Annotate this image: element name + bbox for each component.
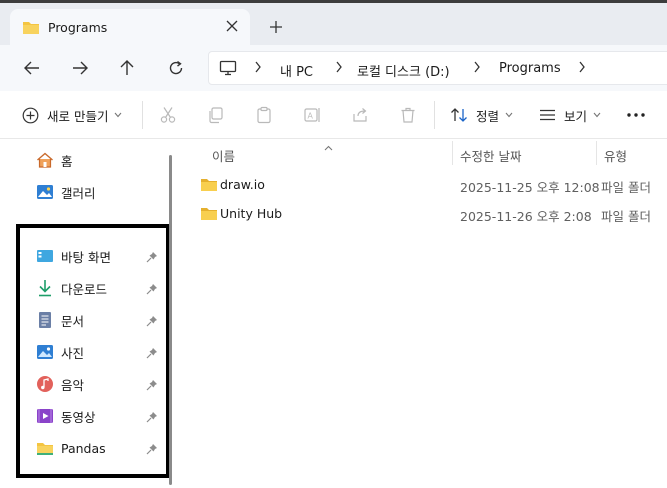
chevron-right-icon[interactable] — [473, 61, 481, 76]
file-type: 파일 폴더 — [601, 209, 651, 224]
svg-text:A: A — [308, 112, 314, 121]
column-header-type[interactable]: 유형 — [604, 143, 627, 167]
gallery-icon — [36, 183, 54, 201]
new-button[interactable]: 새로 만들기 — [22, 91, 122, 139]
toolbar-divider — [142, 101, 143, 129]
sort-button-label: 정렬 — [476, 108, 500, 124]
column-divider[interactable] — [596, 141, 597, 165]
file-date: 2025-11-26 오후 2:08 — [460, 209, 592, 224]
pin-icon[interactable] — [146, 251, 158, 263]
sidebar-item-gallery[interactable]: 갤러리 — [36, 181, 96, 203]
column-divider[interactable] — [452, 141, 453, 165]
sidebar-item-label: 동영상 — [61, 409, 96, 425]
breadcrumb-programs[interactable]: Programs — [499, 61, 561, 76]
sidebar-item-pictures[interactable]: 사진 — [36, 341, 84, 363]
pin-icon[interactable] — [146, 411, 158, 423]
folder-icon — [200, 206, 218, 224]
video-icon — [36, 407, 54, 425]
sidebar-item-label: Pandas — [61, 440, 106, 456]
tab-programs[interactable]: Programs — [10, 9, 250, 45]
sidebar-item-documents[interactable]: 문서 — [36, 309, 84, 331]
sidebar-item-downloads[interactable]: 다운로드 — [36, 277, 107, 299]
pin-icon[interactable] — [146, 315, 158, 327]
window-top-edge — [0, 0, 667, 3]
sort-chevron-up-icon — [324, 139, 333, 154]
arrow-right-icon[interactable] — [65, 54, 95, 82]
sidebar-item-label: 음악 — [61, 377, 85, 393]
column-header-date[interactable]: 수정한 날짜 — [460, 143, 521, 167]
sidebar-item-label: 갤러리 — [61, 185, 96, 201]
plus-circle-icon — [22, 107, 39, 124]
file-name: Unity Hub — [220, 206, 283, 221]
delete-icon[interactable] — [399, 91, 417, 139]
document-icon — [36, 311, 54, 329]
file-date: 2025-11-25 오후 12:08 — [460, 180, 600, 195]
table-row[interactable]: draw.io 2025-11-25 오후 12:08 파일 폴더 — [198, 171, 667, 199]
computer-icon — [219, 60, 237, 79]
pin-icon[interactable] — [146, 443, 158, 455]
file-name: draw.io — [220, 177, 265, 192]
chevron-right-icon[interactable] — [335, 61, 343, 76]
view-button-label: 보기 — [564, 108, 588, 124]
sidebar-item-pandas[interactable]: Pandas — [36, 437, 106, 459]
pictures-icon — [36, 343, 54, 361]
sidebar-item-label: 다운로드 — [61, 281, 108, 297]
table-row[interactable]: Unity Hub 2025-11-26 오후 2:08 파일 폴더 — [198, 200, 667, 228]
breadcrumb-local-disk[interactable]: 로컬 디스크 (D:) — [357, 61, 450, 80]
plus-icon[interactable] — [264, 15, 288, 39]
sidebar-item-desktop[interactable]: 바탕 화면 — [36, 245, 111, 267]
sidebar-item-label: 바탕 화면 — [61, 249, 111, 265]
file-list: 이름 수정한 날짜 유형 draw.io 2025-11-25 오후 12:08… — [178, 139, 667, 488]
tab-title: Programs — [48, 20, 108, 35]
new-button-label: 새로 만들기 — [47, 108, 109, 124]
arrow-up-icon[interactable] — [112, 54, 142, 82]
download-icon — [36, 279, 54, 297]
desktop-icon — [36, 247, 54, 265]
pin-icon[interactable] — [146, 283, 158, 295]
home-icon — [36, 151, 54, 169]
sidebar-item-label: 홈 — [61, 153, 73, 169]
chevron-down-icon — [505, 112, 513, 118]
rename-icon[interactable]: A — [303, 91, 321, 139]
view-button[interactable]: 보기 — [539, 91, 601, 139]
sidebar-scrollbar[interactable] — [169, 155, 172, 485]
chevron-down-icon — [114, 112, 122, 118]
folder-icon — [22, 19, 40, 38]
sort-button[interactable]: 정렬 — [450, 91, 513, 139]
ellipsis-icon[interactable] — [627, 91, 645, 139]
command-bar: 새로 만들기 A 정렬 보기 — [0, 91, 667, 139]
folder-icon — [36, 439, 54, 457]
share-icon[interactable] — [351, 91, 369, 139]
cut-icon[interactable] — [159, 91, 177, 139]
title-bar: Programs — [0, 0, 667, 45]
paste-icon[interactable] — [255, 91, 273, 139]
pin-icon[interactable] — [146, 379, 158, 391]
arrow-left-icon[interactable] — [17, 54, 47, 82]
navigation-pane: 홈 갤러리 바탕 화면 다운로드 문서 사진 음악 동영상 Pandas — [0, 139, 178, 488]
sidebar-item-home[interactable]: 홈 — [36, 149, 73, 171]
music-icon — [36, 375, 54, 393]
breadcrumb-this-pc[interactable]: 내 PC — [280, 61, 313, 80]
sort-icon — [450, 107, 468, 123]
refresh-icon[interactable] — [161, 54, 191, 82]
chevron-down-icon — [593, 112, 601, 118]
sidebar-item-music[interactable]: 음악 — [36, 373, 84, 395]
sidebar-item-videos[interactable]: 동영상 — [36, 405, 96, 427]
copy-icon[interactable] — [207, 91, 225, 139]
pin-icon[interactable] — [146, 347, 158, 359]
address-bar[interactable]: 내 PC 로컬 디스크 (D:) Programs — [208, 51, 667, 85]
folder-icon — [200, 177, 218, 195]
file-type: 파일 폴더 — [601, 180, 651, 195]
column-header-name[interactable]: 이름 — [212, 143, 235, 167]
close-icon[interactable] — [220, 14, 244, 38]
chevron-right-icon[interactable] — [254, 61, 262, 76]
view-list-icon — [539, 109, 556, 121]
sidebar-item-label: 문서 — [61, 313, 85, 329]
chevron-right-icon[interactable] — [578, 61, 586, 76]
toolbar-divider — [434, 101, 435, 129]
sidebar-item-label: 사진 — [61, 345, 85, 361]
navigation-bar: 내 PC 로컬 디스크 (D:) Programs — [0, 45, 667, 91]
